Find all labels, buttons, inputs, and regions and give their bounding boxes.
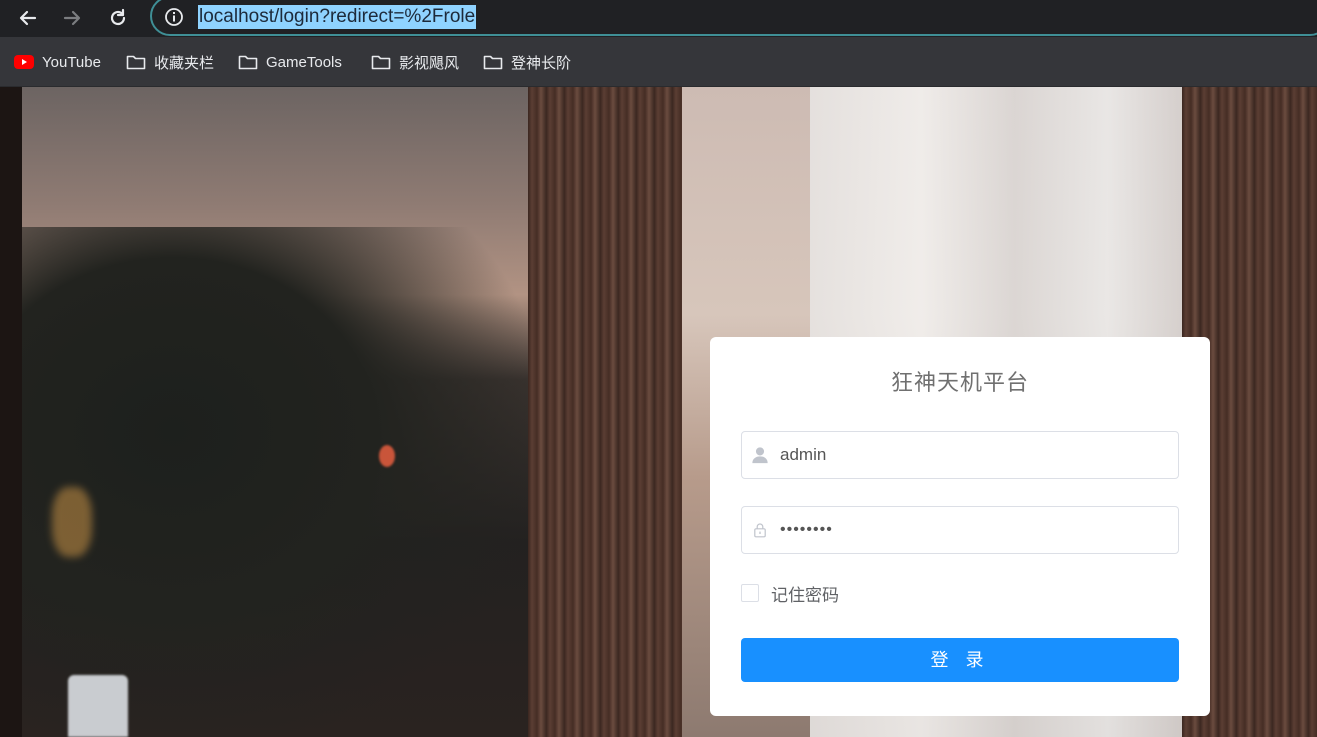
bookmark-label: 登神长阶 [511,54,572,72]
bookmark-folder-gametools[interactable]: GameTools [238,49,342,75]
arrow-right-icon [63,10,81,26]
password-value[interactable]: •••••••• [780,507,833,553]
url-text[interactable]: localhost/login?redirect=%2Frole [198,5,477,29]
lock-icon [750,520,770,540]
username-field[interactable]: admin [741,431,1179,479]
bookmark-label: 收藏夹栏 [154,54,215,72]
folder-icon [238,54,258,70]
login-button[interactable]: 登 录 [741,638,1179,682]
bookmark-folder-yingshi[interactable]: 影视飓风 [371,49,459,75]
forward-button[interactable] [58,4,86,32]
reload-button[interactable] [104,4,132,32]
arrow-left-icon [19,10,37,26]
folder-icon [126,54,146,70]
remember-checkbox[interactable] [741,584,759,602]
remember-label[interactable]: 记住密码 [771,581,839,606]
bookmark-youtube[interactable]: YouTube [14,49,101,75]
bookmark-folder-favorites[interactable]: 收藏夹栏 [126,49,214,75]
background-light-spot [379,445,395,467]
youtube-icon [14,54,34,70]
username-value[interactable]: admin [780,432,826,478]
password-field[interactable]: •••••••• [741,506,1179,554]
background-cup [68,675,128,737]
bookmarks-bar: YouTube 收藏夹栏 GameTools 影视飓风 登神长阶 [0,37,1317,87]
bookmark-label: GameTools [266,53,342,71]
remember-password[interactable]: 记住密码 [741,581,839,606]
login-title: 狂神天机平台 [890,370,1029,395]
bookmark-label: 影视飓风 [399,54,460,72]
background-trees [20,227,530,737]
background-wooden-post [528,87,682,737]
user-icon [750,445,770,465]
info-circle-icon[interactable] [162,5,186,29]
login-card: 狂神天机平台 admin •••••••• 记住密码 登 录 [710,337,1210,716]
browser-toolbar: localhost/login?redirect=%2Frole [0,0,1317,37]
address-bar[interactable]: localhost/login?redirect=%2Frole [150,0,1317,36]
background-frame-edge [0,87,22,737]
reload-icon [110,8,126,26]
background-lamp [52,487,92,557]
folder-icon [371,54,391,70]
bookmark-folder-dengshen[interactable]: 登神长阶 [483,49,571,75]
bookmark-label: YouTube [42,53,101,71]
folder-icon [483,54,503,70]
back-button[interactable] [14,4,42,32]
